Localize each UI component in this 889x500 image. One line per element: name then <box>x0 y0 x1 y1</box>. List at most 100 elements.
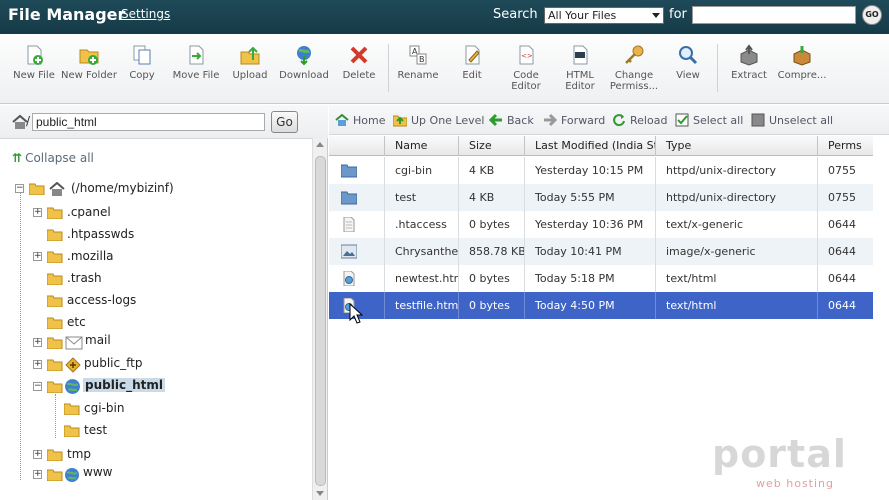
tree-item-etc[interactable]: etc <box>33 314 153 332</box>
copy-icon <box>133 45 151 65</box>
view-button[interactable]: View <box>660 44 716 81</box>
checkbox-checked-icon <box>675 113 689 127</box>
tree-item-www[interactable]: + www <box>33 465 153 484</box>
rename-button[interactable]: AB Rename <box>390 44 446 81</box>
download-button[interactable]: Download <box>276 44 332 81</box>
expand-toggle-icon[interactable]: + <box>33 208 42 217</box>
watermark-word: portal <box>712 432 847 476</box>
expand-toggle-icon[interactable]: + <box>33 470 42 479</box>
tree-item-trash[interactable]: .trash <box>33 270 153 288</box>
folder-icon <box>341 191 357 205</box>
edit-icon <box>465 45 480 65</box>
settings-link[interactable]: Settings <box>121 7 170 21</box>
html-editor-button[interactable]: HTML Editor <box>552 44 608 92</box>
tree-item-public-ftp[interactable]: + public_ftp <box>33 356 173 374</box>
edit-button[interactable]: Edit <box>444 44 500 81</box>
globe-icon <box>65 468 79 482</box>
expand-toggle-icon[interactable]: + <box>33 360 42 369</box>
folder-icon <box>64 425 80 437</box>
scroll-thumb[interactable] <box>315 156 326 486</box>
download-icon <box>297 46 311 66</box>
folder-icon <box>47 295 63 307</box>
scroll-down-icon[interactable] <box>316 491 324 496</box>
table-row[interactable]: .htaccess 0 bytes Yesterday 10:36 PM tex… <box>329 211 873 238</box>
rename-icon: AB <box>409 45 427 65</box>
tree-root[interactable]: − (/home/mybizinf) <box>15 180 235 198</box>
column-size[interactable]: Size <box>458 136 524 156</box>
move-file-icon <box>189 45 204 65</box>
upload-button[interactable]: Upload <box>222 44 278 81</box>
folder-icon <box>47 317 63 329</box>
path-go-button[interactable]: Go <box>271 111 298 133</box>
table-row[interactable]: newtest.html 0 bytes Today 5:18 PM text/… <box>329 265 873 292</box>
tree-item-htpasswds[interactable]: .htpasswds <box>33 226 173 244</box>
tree-item-mail[interactable]: + mail <box>33 333 153 352</box>
compress-button[interactable]: Compre... <box>774 44 830 81</box>
change-permissions-button[interactable]: Change Permiss... <box>606 44 662 92</box>
new-file-button[interactable]: New File <box>6 44 62 81</box>
folder-icon <box>47 449 63 461</box>
tree-item-public-html[interactable]: − public_html <box>33 378 173 396</box>
back-button[interactable]: Back <box>489 113 534 127</box>
reload-icon <box>613 114 625 127</box>
home-nav-button[interactable]: Home <box>335 113 385 127</box>
collapse-toggle-icon[interactable]: − <box>33 382 42 391</box>
column-last-modified[interactable]: Last Modified (India Standard Time) <box>524 136 655 156</box>
table-row-selected[interactable]: testfile.html 0 bytes Today 4:50 PM text… <box>329 292 873 319</box>
search-input[interactable] <box>692 6 856 24</box>
arrow-right-icon <box>544 113 557 127</box>
path-input[interactable] <box>32 113 265 131</box>
column-name[interactable]: Name <box>384 136 458 156</box>
key-icon <box>625 45 644 64</box>
tree-guide <box>20 190 21 480</box>
select-all-button[interactable]: Select all <box>675 113 743 127</box>
svg-text:B: B <box>419 55 425 64</box>
folder-icon <box>47 273 63 285</box>
collapse-toggle-icon[interactable]: − <box>15 184 24 193</box>
unselect-all-button[interactable]: Unselect all <box>751 113 833 127</box>
tree-item-mozilla[interactable]: + .mozilla <box>33 248 153 266</box>
folder-icon <box>47 337 63 349</box>
table-row[interactable]: Chrysanthemum.jpg 858.78 KB Today 10:41 … <box>329 238 873 265</box>
expand-toggle-icon[interactable]: + <box>33 252 42 261</box>
new-folder-icon <box>79 49 99 65</box>
code-editor-button[interactable]: <> Code Editor <box>498 44 554 92</box>
expand-toggle-icon[interactable]: + <box>33 338 42 347</box>
file-table-header: Name Size Last Modified (India Standard … <box>329 136 873 156</box>
tree-item-access-logs[interactable]: access-logs <box>33 292 173 310</box>
compress-icon <box>793 46 811 66</box>
folder-icon <box>64 403 80 415</box>
folder-icon <box>47 207 63 219</box>
move-file-button[interactable]: Move File <box>168 44 224 81</box>
column-perms[interactable]: Perms <box>817 136 873 156</box>
image-file-icon <box>341 244 357 259</box>
tree-item-test[interactable]: test <box>60 422 180 440</box>
forward-button[interactable]: Forward <box>543 113 605 127</box>
folder-tree: − (/home/mybizinf) + .cpanel .htpasswds … <box>0 170 312 500</box>
scroll-up-icon[interactable] <box>316 142 324 147</box>
delete-button[interactable]: Delete <box>331 44 387 81</box>
tree-scrollbar[interactable] <box>312 138 327 500</box>
tree-item-cgi-bin[interactable]: cgi-bin <box>60 400 180 418</box>
copy-button[interactable]: Copy <box>114 44 170 81</box>
table-row[interactable]: test 4 KB Today 5:55 PM httpd/unix-direc… <box>329 184 873 211</box>
expand-toggle-icon[interactable]: + <box>33 450 42 459</box>
tree-root-label: (/home/mybizinf) <box>71 181 174 195</box>
column-type[interactable]: Type <box>655 136 817 156</box>
extract-button[interactable]: Extract <box>721 44 777 81</box>
column-icon <box>329 136 384 156</box>
search-go-button[interactable]: GO <box>862 5 882 25</box>
folder-open-icon <box>47 381 63 393</box>
table-row[interactable]: cgi-bin 4 KB Yesterday 10:15 PM httpd/un… <box>329 157 873 184</box>
new-file-icon <box>27 45 43 65</box>
reload-button[interactable]: Reload <box>612 113 667 127</box>
tree-item-cpanel[interactable]: + .cpanel <box>33 204 153 222</box>
home-icon <box>335 113 349 126</box>
delete-icon <box>350 46 368 64</box>
folder-icon <box>47 229 63 241</box>
up-one-level-button[interactable]: Up One Level <box>393 113 484 127</box>
search-scope-select[interactable]: All Your Files <box>544 7 664 24</box>
collapse-all-link[interactable]: ⇈ Collapse all <box>12 151 94 165</box>
new-folder-button[interactable]: New Folder <box>61 44 117 81</box>
tree-item-tmp[interactable]: + tmp <box>33 446 153 464</box>
